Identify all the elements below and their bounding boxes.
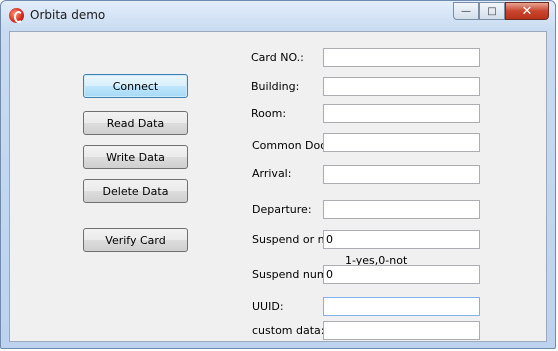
suspend-or-not-field[interactable]: [323, 230, 480, 249]
close-button[interactable]: ✕: [505, 2, 549, 20]
minimize-button[interactable]: —: [453, 2, 479, 20]
card-no-label: Card NO.:: [251, 51, 304, 64]
window-title: Orbita demo: [30, 8, 106, 22]
delete-data-button[interactable]: Delete Data: [83, 179, 188, 203]
title-bar[interactable]: Orbita demo — □ ✕: [1, 1, 555, 31]
app-logo-icon: [9, 8, 24, 23]
departure-field[interactable]: [323, 200, 480, 219]
arrival-field[interactable]: [323, 165, 480, 184]
uuid-label: UUID:: [252, 300, 284, 313]
building-label: Building:: [251, 80, 300, 93]
caption-buttons: — □ ✕: [453, 2, 549, 20]
card-no-field[interactable]: [323, 48, 480, 67]
room-field[interactable]: [323, 104, 480, 123]
maximize-button[interactable]: □: [479, 2, 505, 20]
arrival-label: Arrival:: [252, 167, 292, 180]
departure-label: Departure:: [252, 203, 312, 216]
building-field[interactable]: [323, 77, 480, 96]
common-doors-field[interactable]: [323, 133, 480, 152]
uuid-field[interactable]: [323, 297, 480, 316]
custom-data-field[interactable]: [323, 321, 480, 340]
suspend-number-field[interactable]: [323, 265, 480, 284]
verify-card-button[interactable]: Verify Card: [83, 228, 188, 252]
custom-data-label: custom data:: [252, 324, 325, 337]
room-label: Room:: [251, 107, 287, 120]
write-data-button[interactable]: Write Data: [83, 145, 188, 169]
read-data-button[interactable]: Read Data: [83, 111, 188, 135]
connect-button[interactable]: Connect: [83, 74, 188, 98]
